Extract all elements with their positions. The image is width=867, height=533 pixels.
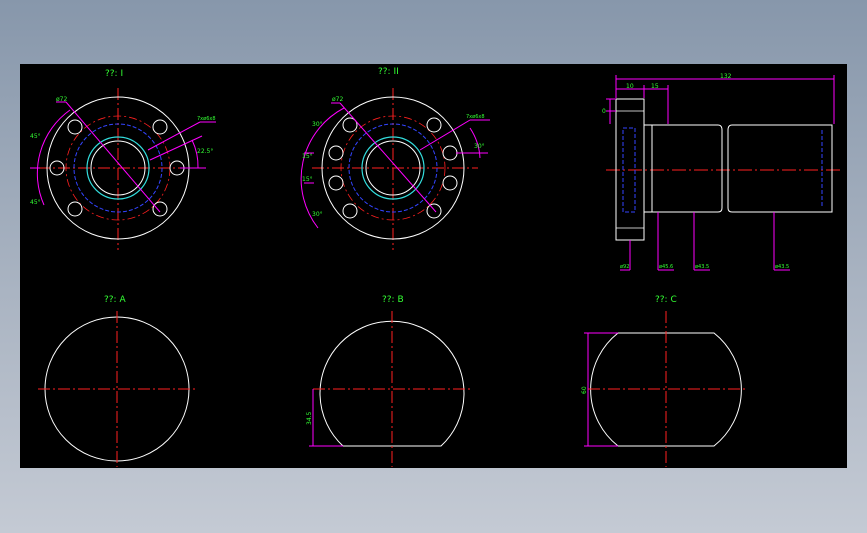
- view-2-angle-b-label: 15°: [302, 153, 313, 160]
- view-1-dia-label: ø72: [56, 96, 67, 103]
- view-1-angle-right-label: 22.5°: [197, 148, 213, 155]
- view-2-angle-right-label: 30°: [474, 143, 485, 150]
- side-d1-label: ø92: [620, 264, 629, 270]
- view-2-title: ??: II: [378, 67, 399, 77]
- side-total-label: 132: [720, 73, 732, 80]
- view-a-title: ??: A: [104, 295, 126, 305]
- view-2-angle-a-label: 30°: [312, 121, 323, 128]
- side-left-label: 0: [602, 108, 606, 115]
- side-d3-label: ø43.5: [695, 264, 709, 270]
- view-b-title: ??: B: [382, 295, 404, 305]
- view-1-title: ??: I: [105, 69, 123, 79]
- view-2-angle-c-label: 15°: [302, 176, 313, 183]
- drawing-sheet: [20, 64, 847, 468]
- side-d2-label: ø45.6: [659, 264, 673, 270]
- side-w2-label: 15: [651, 83, 659, 90]
- view-b-height-label: 34.5: [306, 411, 313, 425]
- side-d4-label: ø43.5: [775, 264, 789, 270]
- view-1-holes-label: 7xø6x8: [197, 116, 216, 122]
- view-c-height-label: 60: [581, 386, 588, 394]
- view-1-angle-bottom-label: 45°: [30, 199, 41, 206]
- side-w1-label: 10: [626, 83, 634, 90]
- view-c-title: ??: C: [655, 295, 677, 305]
- view-2-angle-d-label: 30°: [312, 211, 323, 218]
- cad-viewport: ??: I ø72 45° 45° 7xø6x8 22.5° ??: II ø7…: [20, 64, 847, 468]
- view-2-dia-label: ø72: [332, 96, 343, 103]
- view-2-holes-label: 7xø6x8: [466, 114, 485, 120]
- view-1-angle-top-label: 45°: [30, 133, 41, 140]
